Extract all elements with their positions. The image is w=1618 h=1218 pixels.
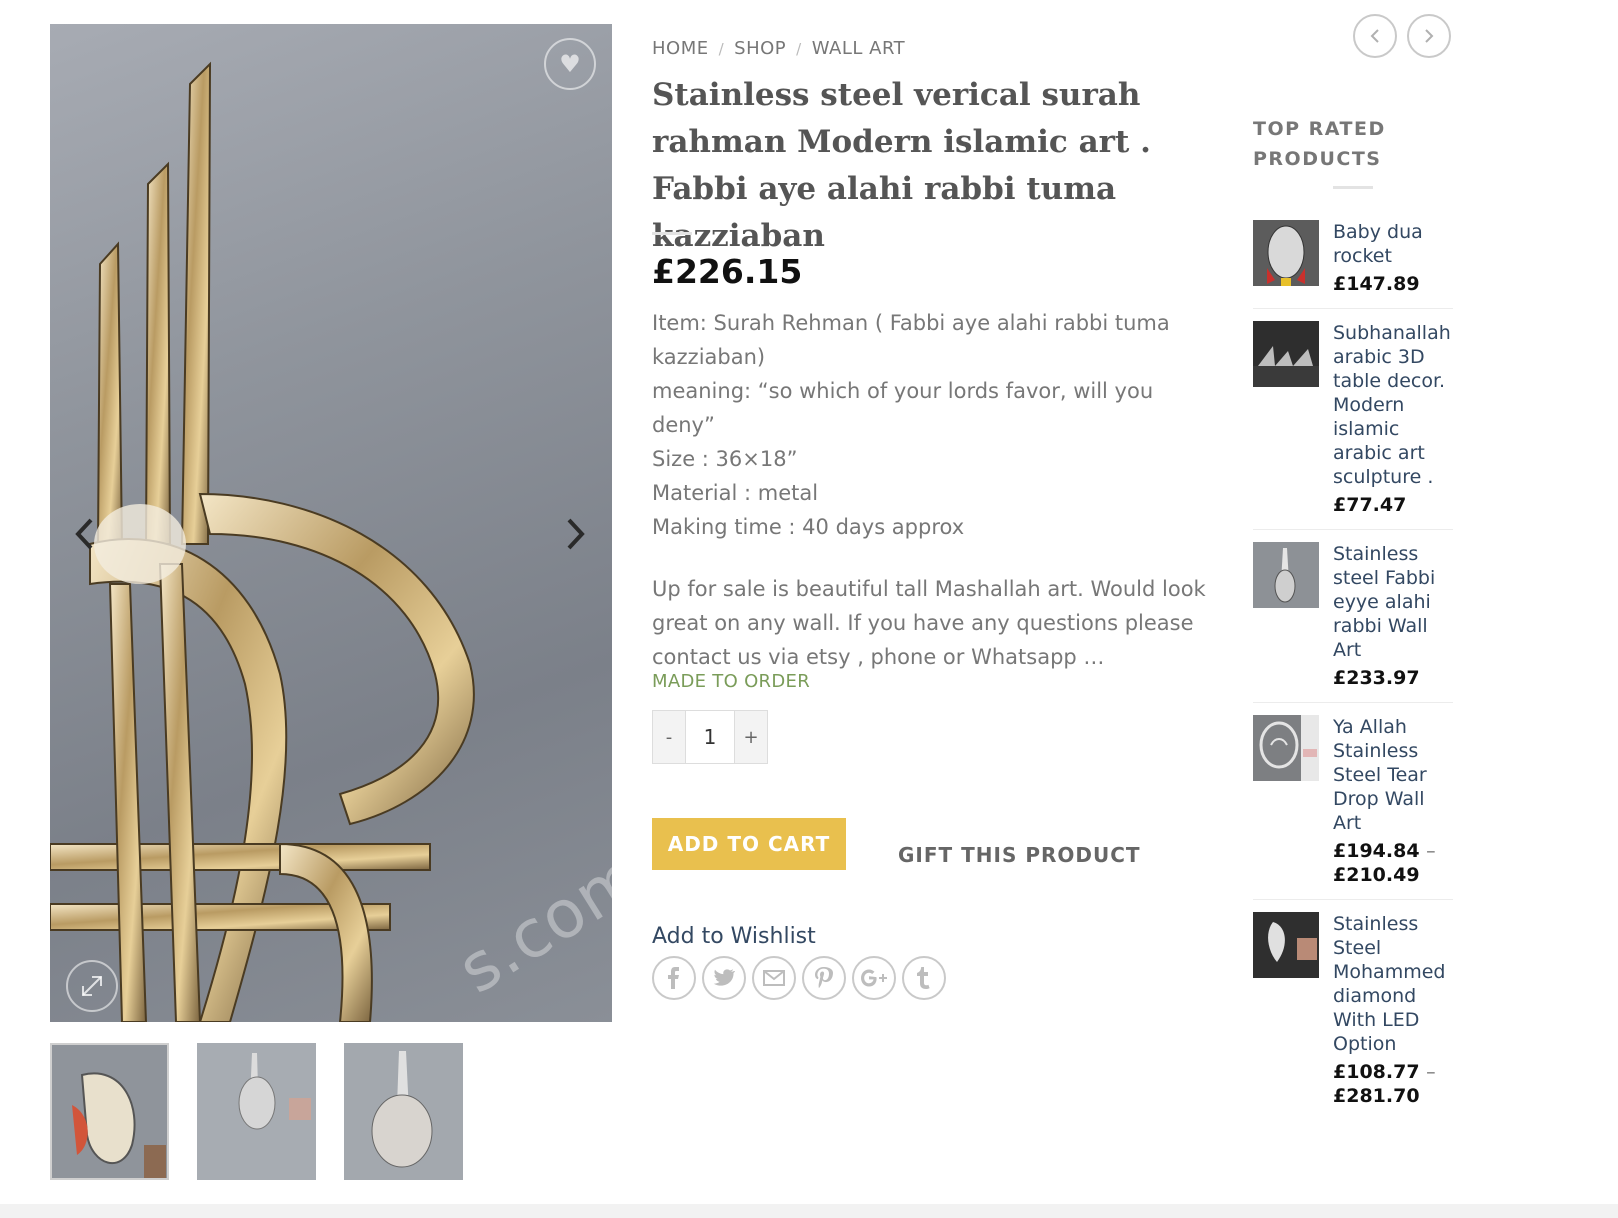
- price-value: £194.84: [1333, 840, 1420, 862]
- previous-product-button[interactable]: [1353, 14, 1397, 58]
- expand-icon: [82, 976, 102, 996]
- add-to-cart-button[interactable]: ADD TO CART: [652, 818, 846, 870]
- share-icons: [652, 956, 946, 1000]
- wishlist-heart-button[interactable]: ♥: [544, 38, 596, 90]
- breadcrumb-shop-link[interactable]: SHOP: [734, 38, 786, 59]
- product-thumbnail[interactable]: [1253, 220, 1319, 286]
- price-range-dash: –: [1426, 840, 1436, 862]
- product-thumbnail[interactable]: [1253, 912, 1319, 978]
- add-to-wishlist-link[interactable]: Add to Wishlist: [652, 924, 816, 949]
- email-icon[interactable]: [752, 956, 796, 1000]
- breadcrumb-separator: /: [718, 39, 725, 58]
- product-thumbnail[interactable]: [1253, 542, 1319, 608]
- description-line: Size : 36×18”: [652, 447, 798, 471]
- chevron-right-icon: [567, 518, 585, 550]
- gift-this-product-button[interactable]: GIFT THIS PRODUCT: [898, 843, 1141, 867]
- sidebar-product-link[interactable]: Stainless Steel Mohammed diamond With LE…: [1333, 912, 1453, 1056]
- pinterest-icon[interactable]: [802, 956, 846, 1000]
- calligraphy-art-image: [50, 61, 475, 1022]
- zoom-button[interactable]: [66, 960, 118, 1012]
- page-bottom-edge: [0, 1204, 1618, 1218]
- gallery-thumbnail[interactable]: [50, 1043, 169, 1180]
- stock-status: MADE TO ORDER: [652, 671, 810, 692]
- price-value: £77.47: [1333, 494, 1407, 516]
- sidebar-divider: [1333, 186, 1373, 189]
- description-line: Making time : 40 days approx: [652, 515, 965, 539]
- price-range-dash: –: [1426, 1061, 1436, 1083]
- sidebar-product-link[interactable]: Stainless steel Fabbi eyye alahi rabbi W…: [1333, 542, 1453, 662]
- facebook-icon[interactable]: [652, 956, 696, 1000]
- thumbnail-image: [197, 1043, 316, 1180]
- quantity-plus-button[interactable]: +: [735, 711, 767, 763]
- chevron-left-icon: [1370, 29, 1379, 43]
- sidebar-product-link[interactable]: Subhanallah arabic 3D table decor. Moder…: [1333, 321, 1453, 489]
- quantity-minus-button[interactable]: -: [653, 711, 685, 763]
- list-item: Subhanallah arabic 3D table decor. Moder…: [1253, 321, 1453, 530]
- product-thumbnail[interactable]: [1253, 321, 1319, 387]
- price-value-to: £210.49: [1333, 864, 1420, 886]
- product-navigation: [1353, 14, 1451, 58]
- list-item: Ya Allah Stainless Steel Tear Drop Wall …: [1253, 715, 1453, 900]
- list-item: Baby dua rocket £147.89: [1253, 220, 1453, 309]
- gallery-prev-button[interactable]: [66, 512, 102, 556]
- breadcrumb-separator: /: [796, 39, 802, 58]
- breadcrumb-category-link[interactable]: WALL ART: [812, 38, 905, 59]
- description-paragraph: Up for sale is beautiful tall Mashallah …: [652, 577, 1206, 669]
- top-rated-list: Baby dua rocket £147.89 Subhanallah arab…: [1253, 220, 1453, 1132]
- thumbnail-strip: [50, 1043, 463, 1180]
- sidebar-product-price: £233.97: [1333, 666, 1453, 690]
- product-thumbnail[interactable]: [1253, 715, 1319, 781]
- sidebar-product-price: £194.84 – £210.49: [1333, 839, 1453, 887]
- price-value: £147.89: [1333, 273, 1420, 295]
- description-line: Item: Surah Rehman ( Fabbi aye alahi rab…: [652, 311, 1170, 369]
- sidebar-product-price: £108.77 – £281.70: [1333, 1060, 1453, 1108]
- sidebar-heading: TOP RATED PRODUCTS: [1253, 118, 1386, 170]
- description-line: meaning: “so which of your lords favor, …: [652, 379, 1154, 437]
- price-value: £108.77: [1333, 1061, 1420, 1083]
- twitter-icon[interactable]: [702, 956, 746, 1000]
- list-item: Stainless steel Fabbi eyye alahi rabbi W…: [1253, 542, 1453, 703]
- sidebar-product-link[interactable]: Baby dua rocket: [1333, 220, 1453, 268]
- chevron-right-icon: [1425, 29, 1434, 43]
- quantity-input[interactable]: 1: [685, 711, 735, 763]
- gallery-thumbnail[interactable]: [197, 1043, 316, 1180]
- title-divider: [652, 232, 692, 235]
- heart-icon: ♥: [559, 50, 581, 78]
- product-price: £226.15: [652, 252, 803, 291]
- list-item: Stainless Steel Mohammed diamond With LE…: [1253, 912, 1453, 1120]
- product-title: Stainless steel verical surah rahman Mod…: [652, 77, 1151, 254]
- thumbnail-image: [344, 1043, 463, 1180]
- gallery-thumbnail[interactable]: [344, 1043, 463, 1180]
- chevron-left-icon: [75, 518, 93, 550]
- price-value: £233.97: [1333, 667, 1420, 689]
- product-short-description: Item: Surah Rehman ( Fabbi aye alahi rab…: [652, 306, 1212, 674]
- thumbnail-image: [52, 1045, 167, 1178]
- description-line: Material : metal: [652, 481, 819, 505]
- price-value-to: £281.70: [1333, 1085, 1420, 1107]
- product-main-image[interactable]: s.com ♥: [50, 24, 612, 1022]
- sidebar-product-price: £77.47: [1333, 493, 1453, 517]
- sidebar-product-link[interactable]: Ya Allah Stainless Steel Tear Drop Wall …: [1333, 715, 1453, 835]
- gallery-next-button[interactable]: [558, 512, 594, 556]
- breadcrumb: HOME / SHOP / WALL ART: [652, 38, 905, 59]
- tumblr-icon[interactable]: [902, 956, 946, 1000]
- next-product-button[interactable]: [1407, 14, 1451, 58]
- breadcrumb-home-link[interactable]: HOME: [652, 38, 709, 59]
- google-plus-icon[interactable]: [852, 956, 896, 1000]
- quantity-stepper: - 1 +: [652, 710, 768, 764]
- sidebar-product-price: £147.89: [1333, 272, 1453, 296]
